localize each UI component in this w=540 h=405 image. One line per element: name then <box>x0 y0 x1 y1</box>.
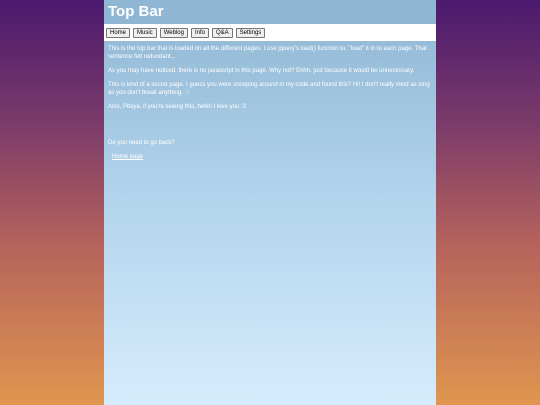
nav-qa-button[interactable]: Q&A <box>211 27 233 38</box>
back-prompt: Do you need to go back? <box>108 140 175 146</box>
main-content: This is the top bar that is loaded on al… <box>104 41 436 161</box>
nav-weblog-button[interactable]: Weblog <box>159 27 188 38</box>
top-nav: Home Music Weblog Info Q&A Settings <box>104 24 436 41</box>
no-javascript-paragraph: As you may have noticed, there is no jav… <box>108 68 415 74</box>
page-container: Top Bar Home Music Weblog Info Q&A Setti… <box>104 0 436 405</box>
nav-home-button[interactable]: Home <box>106 27 131 38</box>
nav-music-button[interactable]: Music <box>133 27 157 38</box>
pitaya-paragraph: Also, Pitaya, if you're seeing this, hel… <box>108 104 246 110</box>
nav-info-button[interactable]: Info <box>190 27 209 38</box>
home-page-link[interactable]: Home page <box>112 153 143 161</box>
intro-paragraph: This is the top bar that is loaded on al… <box>108 46 427 60</box>
page-title: Top Bar <box>104 0 436 24</box>
nav-settings-button[interactable]: Settings <box>235 27 266 38</box>
secret-page-paragraph: This is kind of a secret page. I guess y… <box>108 82 430 96</box>
